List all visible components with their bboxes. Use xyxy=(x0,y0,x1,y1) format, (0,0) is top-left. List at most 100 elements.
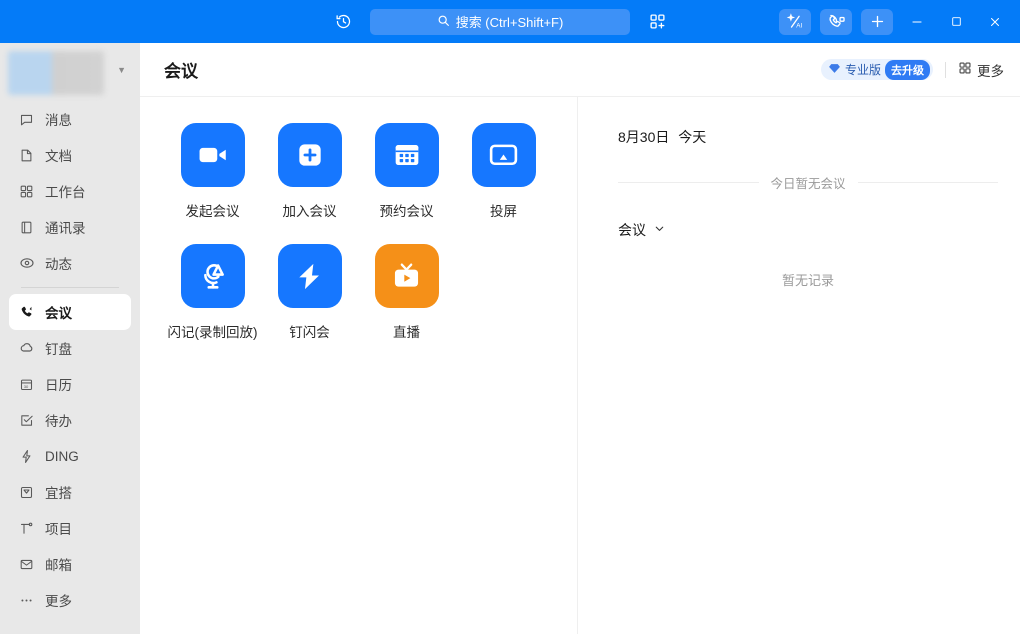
calendar-icon: 30 xyxy=(18,376,35,393)
sidebar: ▼ 消息 文档 工作台 通讯录 动态 会议 钉盘 30 日历 待办 DING 宜… xyxy=(0,43,140,634)
profile-section[interactable]: ▼ xyxy=(0,45,140,101)
sidebar-item-project[interactable]: 项目 xyxy=(9,510,131,546)
ai-assistant-icon[interactable]: AI xyxy=(779,8,811,35)
action-start-meeting[interactable]: 发起会议 xyxy=(164,123,261,220)
sidebar-item-contacts[interactable]: 通讯录 xyxy=(9,209,131,245)
feed-eye-icon xyxy=(18,255,35,272)
header-actions: 专业版 去升级 更多 xyxy=(820,59,1004,80)
action-screen-cast[interactable]: 投屏 xyxy=(455,123,552,220)
meeting-filter-label: 会议 xyxy=(618,222,646,238)
sidebar-item-calendar[interactable]: 30 日历 xyxy=(9,366,131,402)
sidebar-item-label: 文档 xyxy=(45,149,72,164)
sidebar-item-label: 项目 xyxy=(45,522,72,537)
history-icon[interactable] xyxy=(330,9,356,35)
phone-call-icon[interactable] xyxy=(820,8,852,35)
action-label: 投屏 xyxy=(490,204,517,219)
search-icon xyxy=(437,14,450,30)
app-body: ▼ 消息 文档 工作台 通讯录 动态 会议 钉盘 30 日历 待办 DING 宜… xyxy=(0,43,1020,634)
sidebar-item-more[interactable]: 更多 xyxy=(9,582,131,618)
action-label: 闪记(录制回放) xyxy=(167,325,258,340)
title-bar: 搜索 (Ctrl+Shift+F) AI xyxy=(0,0,1020,43)
sidebar-item-todo[interactable]: 待办 xyxy=(9,402,131,438)
calendar-icon xyxy=(374,123,439,187)
sidebar-item-clouddrive[interactable]: 钉盘 xyxy=(9,330,131,366)
sidebar-item-label: 动态 xyxy=(45,257,72,272)
main-header: 会议 专业版 去升级 更多 xyxy=(140,43,1020,97)
diamond-icon xyxy=(828,62,841,78)
sidebar-item-mail[interactable]: 邮箱 xyxy=(9,546,131,582)
sidebar-item-label: 更多 xyxy=(45,594,72,609)
action-flash-note[interactable]: 闪记(录制回放) xyxy=(164,244,261,341)
contacts-icon xyxy=(18,219,35,236)
dingtalk-window: 搜索 (Ctrl+Shift+F) AI ▼ 消息 文档 工作台 通讯录 动态 … xyxy=(0,0,1020,634)
close-icon[interactable] xyxy=(980,8,1010,36)
action-join-meeting[interactable]: 加入会议 xyxy=(261,123,358,220)
action-live-stream[interactable]: 直播 xyxy=(358,244,455,341)
no-meeting-divider: 今日暂无会议 xyxy=(618,173,999,192)
content-panes: 发起会议 加入会议 预约会议 投屏 闪记(录制回放) 钉闪会 直播 8月30日 … xyxy=(140,97,1020,634)
todo-check-icon xyxy=(18,412,35,429)
search-input[interactable]: 搜索 (Ctrl+Shift+F) xyxy=(370,8,630,35)
document-icon xyxy=(18,147,35,164)
upgrade-button[interactable]: 去升级 xyxy=(885,59,930,80)
sidebar-item-label: 钉盘 xyxy=(45,342,72,357)
action-label: 钉闪会 xyxy=(289,325,330,340)
sidebar-item-feed[interactable]: 动态 xyxy=(9,245,131,281)
action-label: 预约会议 xyxy=(379,204,434,219)
more-button[interactable]: 更多 xyxy=(958,60,1004,80)
microphone-ai-icon xyxy=(180,244,245,308)
maximize-icon[interactable] xyxy=(941,8,971,36)
schedule-date: 8月30日 xyxy=(618,129,670,145)
sidebar-divider xyxy=(21,287,119,288)
action-label: 发起会议 xyxy=(185,204,240,219)
sidebar-item-meeting[interactable]: 会议 xyxy=(9,294,131,330)
sidebar-item-label: 会议 xyxy=(45,306,72,321)
message-icon xyxy=(18,111,35,128)
page-title: 会议 xyxy=(164,62,198,81)
grid-icon xyxy=(958,61,972,78)
cloud-drive-icon xyxy=(18,340,35,357)
plus-square-icon xyxy=(277,123,342,187)
video-camera-icon xyxy=(180,123,245,187)
sidebar-item-label: 待办 xyxy=(45,414,72,429)
live-tv-icon xyxy=(374,244,439,308)
meeting-filter-dropdown[interactable]: 会议 xyxy=(618,220,998,240)
yida-icon xyxy=(18,484,35,501)
action-grid: 发起会议 加入会议 预约会议 投屏 闪记(录制回放) 钉闪会 直播 xyxy=(140,123,577,365)
header-divider xyxy=(945,61,946,78)
sidebar-nav: 消息 文档 工作台 通讯录 动态 会议 钉盘 30 日历 待办 DING 宜搭 … xyxy=(0,101,140,618)
sidebar-item-ding[interactable]: DING xyxy=(9,438,131,474)
lightning-icon xyxy=(277,244,342,308)
minimize-icon[interactable] xyxy=(902,8,932,36)
empty-record-text: 暂无记录 xyxy=(781,273,834,288)
more-label: 更多 xyxy=(977,63,1004,79)
sidebar-item-messages[interactable]: 消息 xyxy=(9,101,131,137)
sidebar-item-label: 通讯录 xyxy=(45,221,86,236)
action-book-meeting[interactable]: 预约会议 xyxy=(358,123,455,220)
apps-add-icon[interactable] xyxy=(644,9,670,35)
ding-bolt-icon xyxy=(18,448,35,465)
ellipsis-icon xyxy=(18,592,35,609)
main-content: 会议 专业版 去升级 更多 发起会议 加入会议 预约会议 投屏 闪记(录制回放)… xyxy=(140,43,1020,634)
sidebar-item-label: 消息 xyxy=(45,113,72,128)
sidebar-item-yida[interactable]: 宜搭 xyxy=(9,474,131,510)
sidebar-item-label: 日历 xyxy=(45,378,72,393)
sidebar-item-workbench[interactable]: 工作台 xyxy=(9,173,131,209)
titlebar-center: 搜索 (Ctrl+Shift+F) xyxy=(330,8,779,35)
titlebar-window-controls: AI xyxy=(779,8,1020,36)
sidebar-item-label: 工作台 xyxy=(45,185,86,200)
divider-line-right xyxy=(857,182,999,183)
schedule-date-row: 8月30日 今天 xyxy=(618,127,998,147)
svg-text:AI: AI xyxy=(796,22,802,29)
svg-text:30: 30 xyxy=(24,383,29,388)
schedule-today-label: 今天 xyxy=(678,129,707,145)
chevron-down-icon[interactable]: ▼ xyxy=(117,65,126,75)
pro-upgrade-badge[interactable]: 专业版 去升级 xyxy=(820,59,933,80)
avatar[interactable] xyxy=(8,51,104,95)
plus-icon[interactable] xyxy=(861,8,893,35)
action-flash-meeting[interactable]: 钉闪会 xyxy=(261,244,358,341)
schedule-pane: 8月30日 今天 今日暂无会议 会议 暂无记录 xyxy=(578,97,1020,634)
sidebar-item-documents[interactable]: 文档 xyxy=(9,137,131,173)
sidebar-item-label: 宜搭 xyxy=(45,486,72,501)
divider-line-left xyxy=(618,182,759,183)
